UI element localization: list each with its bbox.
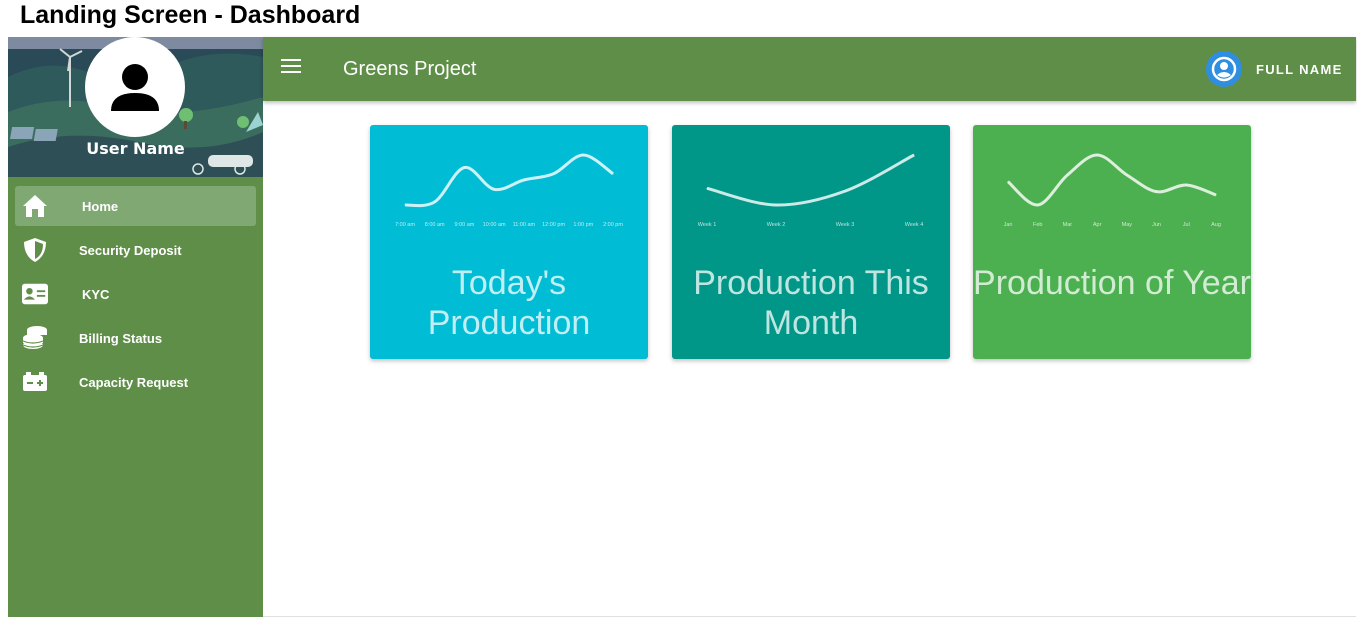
sidebar-item-kyc[interactable]: KYC — [15, 274, 256, 314]
battery-icon — [22, 370, 48, 394]
data-point — [1185, 184, 1187, 186]
x-tick-label: Jan — [1004, 222, 1013, 228]
coins-icon — [22, 326, 48, 350]
home-icon — [22, 194, 48, 218]
data-point — [844, 190, 846, 192]
sidebar-item-label: Billing Status — [79, 330, 163, 346]
card-production-of-year[interactable]: Jan Feb Mar Apr May Jun Jul Aug Production of Y… — [973, 125, 1251, 359]
data-point — [1156, 191, 1158, 193]
x-tick-label: Jul — [1183, 222, 1190, 228]
production-this-month-chart: Week 1 Week 2 Week 3 Week 4 — [698, 153, 924, 228]
app-bar: Greens Project FULL NAME — [263, 37, 1356, 101]
sidebar-nav: Home Security Deposit KYC Billing Status — [8, 182, 263, 406]
x-tick-label: 12:00 pm — [542, 222, 565, 228]
avatar[interactable] — [85, 37, 185, 137]
card-title: Production of Year — [973, 264, 1251, 302]
x-tick-label: 10:00 am — [483, 222, 506, 228]
sidebar-item-home[interactable]: Home — [15, 186, 256, 226]
x-tick-label: Apr — [1093, 222, 1102, 228]
todays-production-chart: 7:00 am 8:00 am 9:00 am 10:00 am 11:00 am 12:… — [395, 153, 623, 228]
id-card-icon — [22, 282, 48, 306]
x-tick-label: 1:00 pm — [573, 222, 593, 228]
user-name: User Name — [86, 139, 185, 158]
sidebar-header: User Name — [8, 37, 263, 177]
x-tick-label: 7:00 am — [395, 222, 415, 228]
x-tick-label: Week 3 — [836, 222, 855, 228]
series-line — [404, 153, 614, 208]
sidebar-item-security-deposit[interactable]: Security Deposit — [15, 230, 256, 270]
series-line — [706, 153, 915, 207]
sidebar-item-capacity-request[interactable]: Capacity Request — [15, 362, 256, 402]
data-point — [404, 204, 406, 206]
data-point — [1066, 174, 1068, 176]
sidebar-item-billing-status[interactable]: Billing Status — [15, 318, 256, 358]
data-point — [706, 187, 708, 189]
x-tick-label: 2:00 pm — [603, 222, 623, 228]
x-tick-label: Aug — [1211, 222, 1221, 228]
app-frame: User Name Home Security Deposit KYC Bill… — [8, 37, 1356, 617]
card-production-this-month[interactable]: Week 1 Week 2 Week 3 Week 4 Production This… — [672, 125, 950, 359]
data-point — [463, 167, 465, 168]
page-title: Landing Screen - Dashboard — [20, 1, 361, 29]
x-tick-label: Week 4 — [905, 222, 924, 228]
card-title: Production This Month — [693, 264, 929, 342]
data-point — [612, 173, 614, 175]
x-tick-label: Feb — [1033, 222, 1042, 228]
x-tick-label: Week 2 — [767, 222, 786, 228]
x-tick-label: Week 1 — [698, 222, 717, 228]
sidebar-item-label: KYC — [82, 286, 110, 302]
data-point — [1007, 181, 1009, 183]
x-tick-label: May — [1122, 222, 1133, 228]
x-tick-label: 11:00 am — [513, 222, 536, 228]
data-point — [582, 154, 584, 156]
account-circle-icon[interactable] — [1206, 51, 1242, 87]
data-point — [1096, 154, 1098, 156]
shield-icon — [22, 238, 48, 262]
data-point — [493, 188, 495, 190]
sidebar-item-label: Security Deposit — [79, 242, 182, 258]
card-todays-production[interactable]: 7:00 am 8:00 am 9:00 am 10:00 am 11:00 am 12:… — [370, 125, 648, 359]
sidebar-item-label: Home — [82, 198, 119, 214]
data-point — [1126, 174, 1128, 176]
app-title: Greens Project — [343, 58, 477, 80]
data-point — [913, 154, 915, 156]
x-tick-label: 9:00 am — [454, 222, 474, 228]
production-of-year-chart: Jan Feb Mar Apr May Jun Jul Aug — [1004, 153, 1221, 228]
data-point — [434, 201, 436, 203]
series-line — [1006, 153, 1217, 207]
account-name-button[interactable]: FULL NAME — [1256, 62, 1343, 77]
x-tick-label: Mar — [1063, 222, 1073, 228]
x-tick-label: 8:00 am — [425, 222, 445, 228]
data-point — [1037, 204, 1039, 206]
data-point — [523, 179, 525, 181]
sidebar-item-label: Capacity Request — [79, 374, 189, 390]
user-icon — [111, 64, 159, 111]
data-point — [553, 173, 555, 175]
data-point — [775, 204, 777, 206]
data-point — [1215, 194, 1217, 196]
x-tick-label: Jun — [1152, 222, 1161, 228]
sidebar: User Name Home Security Deposit KYC Bill… — [8, 37, 263, 617]
card-title: Today's Production — [427, 264, 591, 342]
hamburger-menu-icon[interactable] — [281, 59, 301, 79]
